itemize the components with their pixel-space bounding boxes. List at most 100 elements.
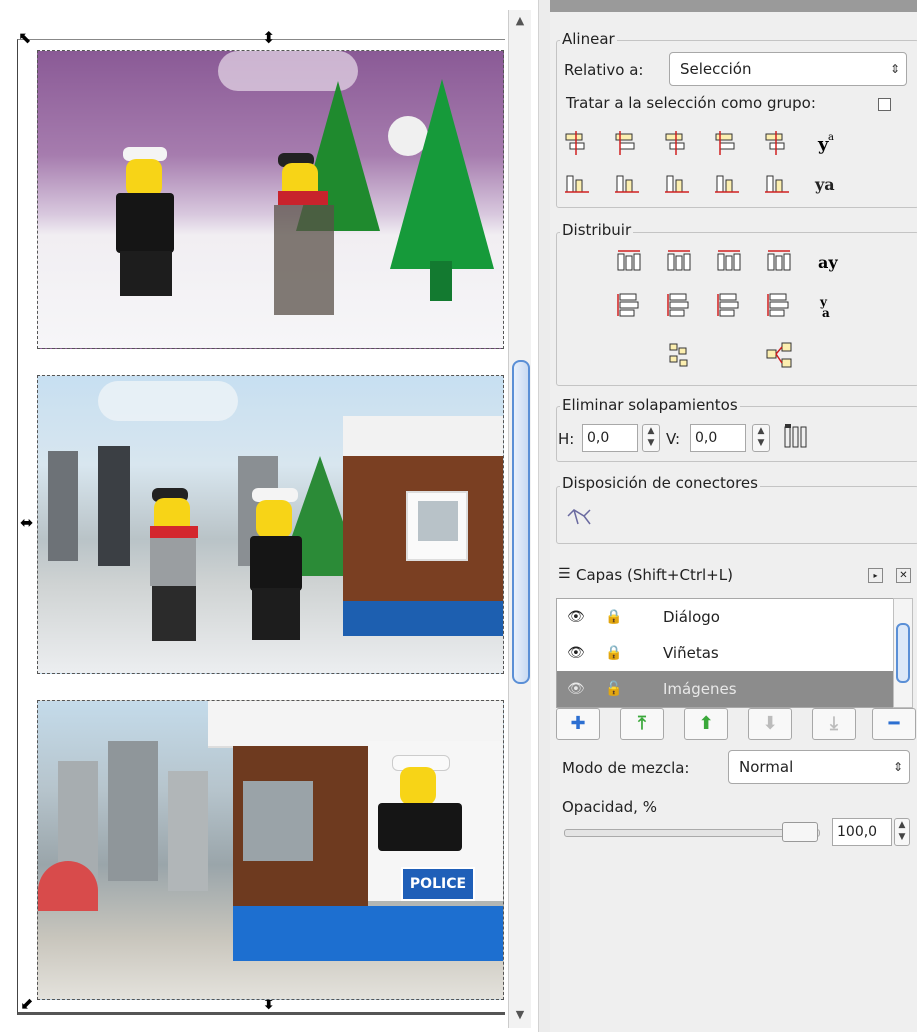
building (48, 451, 78, 561)
distribute-top-edges-button[interactable] (614, 290, 644, 320)
distribute-centers-vertical-button[interactable] (664, 290, 694, 320)
arrange-connectors-button[interactable] (564, 502, 594, 532)
randomize-positions-button[interactable] (664, 340, 694, 370)
distribute-top-edges-icon (617, 293, 639, 317)
eye-icon[interactable]: 👁 (567, 599, 585, 635)
connector-graph-icon (567, 509, 591, 525)
layer-row[interactable]: 👁 🔒 Viñetas (557, 635, 893, 671)
layer-name[interactable]: Imágenes (663, 671, 737, 707)
align-bottom-edges-button[interactable] (712, 168, 742, 198)
comic-image-1[interactable] (37, 50, 504, 349)
blend-mode-value: Normal (739, 758, 794, 776)
svg-text:a: a (828, 132, 834, 143)
lock-icon[interactable]: 🔒 (605, 599, 622, 635)
opacity-spinner[interactable]: ▲ ▼ (894, 818, 910, 846)
distribute-bottom-edges-button[interactable] (714, 290, 744, 320)
align-left-edges-to-right-button[interactable] (762, 128, 792, 158)
layer-row[interactable]: 👁 🔒 Diálogo (557, 599, 893, 635)
distribute-baselines-horizontal-button[interactable]: ay (814, 246, 844, 276)
opacity-slider-handle[interactable] (782, 822, 818, 842)
h-label: H: (558, 430, 575, 448)
jail-window (243, 781, 313, 861)
comic-image-2[interactable] (37, 375, 504, 674)
distribute-left-edges-button[interactable] (614, 246, 644, 276)
resize-handle-left[interactable]: ⬌ (20, 515, 33, 531)
center-horizontal-axis-button[interactable] (662, 168, 692, 198)
align-top-to-bottom-icon (765, 175, 789, 193)
distribute-left-edges-icon (617, 250, 641, 271)
scroll-up-arrow[interactable]: ▲ (509, 14, 531, 27)
layers-scrollbar[interactable] (893, 598, 913, 708)
minifig-torso (378, 803, 462, 851)
distribute-baselines-vertical-button[interactable]: ya (814, 290, 844, 320)
arrow-to-bottom-icon: ⤓ (830, 713, 838, 734)
distribute-gaps-vertical-button[interactable] (764, 290, 794, 320)
resize-handle-bottom-left[interactable]: ⬋ (20, 996, 33, 1012)
align-left-edges-button[interactable] (612, 128, 642, 158)
layer-name[interactable]: Viñetas (663, 635, 719, 671)
scroll-down-arrow[interactable]: ▼ (509, 1008, 531, 1021)
opacity-input[interactable]: 100,0 (832, 818, 892, 846)
align-top-edges-button[interactable] (612, 168, 642, 198)
comic-image-3[interactable]: POLICE (37, 700, 504, 1000)
align-baseline-text-button[interactable]: ya (812, 128, 842, 158)
building (98, 446, 130, 566)
blend-mode-select[interactable]: Normal ⇕ (728, 750, 910, 784)
remove-overlaps-button[interactable] (782, 422, 812, 452)
center-vertical-axis-button[interactable] (662, 128, 692, 158)
eye-icon[interactable]: 👁 (567, 635, 585, 671)
resize-handle-top-left[interactable]: ⬉ (18, 30, 31, 46)
tree (390, 79, 494, 269)
lower-to-bottom-button[interactable]: ⤓ (812, 708, 856, 740)
relative-label: Relativo a: (564, 61, 644, 79)
plus-icon: ✚ (570, 713, 586, 734)
layer-name[interactable]: Diálogo (663, 599, 720, 635)
v-gap-spinner[interactable]: ▲ ▼ (752, 424, 770, 452)
layers-header: ☰ Capas (Shift+Ctrl+L) ▸ ✕ (550, 562, 917, 592)
distribute-bottom-edges-icon (717, 293, 739, 317)
scroll-thumb[interactable] (512, 360, 530, 684)
h-gap-spinner[interactable]: ▲ ▼ (642, 424, 660, 452)
close-icon[interactable]: ✕ (896, 568, 911, 583)
layer-row[interactable]: 👁 🔓 Imágenes (557, 671, 893, 707)
eye-icon[interactable]: 👁 (567, 671, 585, 707)
distribute-right-edges-button[interactable] (714, 246, 744, 276)
canvas-vertical-scrollbar[interactable]: ▲ ▼ (508, 10, 531, 1028)
align-right-edges-button[interactable] (712, 128, 742, 158)
scarf (278, 191, 328, 205)
canvas[interactable]: ⬉ ⬍ ⬌ ⬋ ⬍ POLICE (0, 0, 508, 1032)
align-top-to-bottom-button[interactable] (762, 168, 792, 198)
v-gap-input[interactable]: 0,0 (690, 424, 746, 452)
updown-chevron-icon: ⇕ (892, 760, 903, 774)
dock-panel-icon[interactable]: ▸ (868, 568, 883, 583)
minifig-legs (252, 588, 300, 640)
lock-icon[interactable]: 🔒 (605, 635, 622, 671)
align-bottom-to-top-button[interactable] (562, 168, 592, 198)
scarf (150, 526, 198, 538)
unlock-icon[interactable]: 🔓 (605, 671, 622, 707)
relative-to-select[interactable]: Selección ⇕ (669, 52, 907, 86)
treat-as-group-checkbox[interactable] (878, 98, 891, 111)
add-layer-button[interactable]: ✚ (556, 708, 600, 740)
h-gap-input[interactable]: 0,0 (582, 424, 638, 452)
align-baseline-horizontal-button[interactable]: ya (812, 168, 842, 198)
raise-to-top-button[interactable]: ⤒ (620, 708, 664, 740)
unclump-objects-button[interactable] (764, 340, 794, 370)
align-right-edges-to-left-button[interactable] (562, 128, 592, 158)
v-label: V: (666, 430, 681, 448)
distribute-centers-horizontal-button[interactable] (664, 246, 694, 276)
minifig-torso (150, 538, 196, 586)
resize-handle-top[interactable]: ⬍ (262, 30, 275, 46)
roof (343, 416, 503, 456)
layers-scroll-thumb[interactable] (896, 623, 910, 683)
relative-to-value: Selección (680, 60, 752, 78)
remove-layer-button[interactable]: ━ (872, 708, 916, 740)
raise-layer-button[interactable]: ⬆ (684, 708, 728, 740)
layers-list[interactable]: 👁 🔒 Diálogo 👁 🔒 Viñetas 👁 🔓 Imágenes (556, 598, 894, 708)
lower-layer-button[interactable]: ⬇ (748, 708, 792, 740)
minifig-torso (250, 536, 302, 591)
distribute-baselines-vertical-icon: ya (819, 295, 830, 320)
blend-mode-label: Modo de mezcla: (562, 759, 690, 777)
distribute-gaps-horizontal-icon (767, 250, 791, 271)
distribute-gaps-horizontal-button[interactable] (764, 246, 794, 276)
